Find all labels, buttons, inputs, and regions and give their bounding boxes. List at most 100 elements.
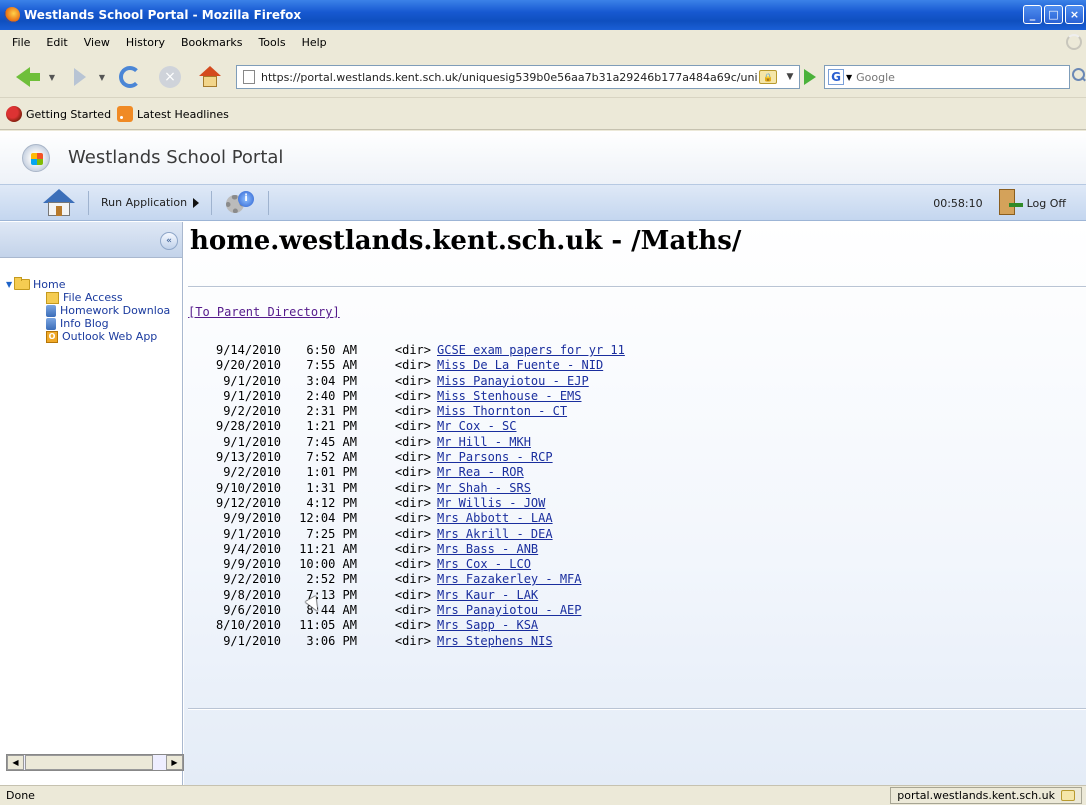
folder-link[interactable]: GCSE exam papers for yr 11 <box>437 343 625 358</box>
folder-link[interactable]: Mrs Abbott - LAA <box>437 511 553 526</box>
folder-link[interactable]: Miss De La Fuente - NID <box>437 358 603 373</box>
log-off-button[interactable]: Log Off <box>1027 197 1066 210</box>
tree-item-file-access[interactable]: File Access <box>6 291 170 304</box>
folder-link[interactable]: Miss Stenhouse - EMS <box>437 389 582 404</box>
listing-date: 9/20/2010 <box>215 358 281 373</box>
go-button[interactable] <box>804 69 816 85</box>
folders-icon <box>46 291 59 304</box>
portal-home-icon[interactable] <box>42 188 76 218</box>
page-viewport: Westlands School Portal Run Application … <box>0 131 1086 785</box>
folder-link[interactable]: Mr Shah - SRS <box>437 481 531 496</box>
menu-edit[interactable]: Edit <box>38 34 75 51</box>
listing-type: <dir> <box>394 526 431 541</box>
listing-time: 3:04 PM <box>306 373 357 388</box>
session-timer: 00:58:10 <box>933 196 983 210</box>
search-icon[interactable] <box>1072 68 1086 84</box>
directory-listing: 9/14/2010 6:50 AM <dir> GCSE exam papers fo… <box>196 343 625 649</box>
tree-item-homework-download[interactable]: Homework Downloa <box>6 304 170 317</box>
ssl-lock-icon[interactable] <box>1061 790 1075 801</box>
menu-history[interactable]: History <box>118 34 173 51</box>
listing-date: 9/1/2010 <box>223 434 281 449</box>
folder-link[interactable]: Mrs Fazakerley - MFA <box>437 572 582 587</box>
tree-item-info-blog[interactable]: Info Blog <box>6 317 170 330</box>
status-site-panel[interactable]: portal.westlands.kent.sch.uk <box>890 787 1082 804</box>
expand-arrow-icon[interactable]: ▼ <box>6 280 14 289</box>
windows-logo-icon <box>22 143 50 172</box>
listing-type: <dir> <box>394 618 431 633</box>
listing-date: 9/28/2010 <box>215 419 281 434</box>
folder-link[interactable]: Mrs Cox - LCO <box>437 557 531 572</box>
menu-file[interactable]: File <box>4 34 38 51</box>
listing-row: 9/4/2010 11:21 AM <dir> Mrs Bass - ANB <box>196 542 625 557</box>
listing-date: 9/8/2010 <box>223 587 281 602</box>
listing-date: 9/2/2010 <box>223 404 281 419</box>
listing-date: 9/2/2010 <box>223 465 281 480</box>
bookmarks-toolbar: Getting Started Latest Headlines <box>0 99 1086 130</box>
log-off-door-icon[interactable] <box>997 189 1023 217</box>
back-button[interactable] <box>6 61 40 93</box>
folder-link[interactable]: Mr Cox - SC <box>437 419 516 434</box>
bookmark-getting-started[interactable]: Getting Started <box>6 106 111 122</box>
listing-time: 7:55 AM <box>306 358 357 373</box>
folder-link[interactable]: Miss Panayiotou - EJP <box>437 374 589 389</box>
listing-row: 9/20/2010 7:55 AM <dir> Miss De La Fuente -… <box>196 358 625 373</box>
listing-type: <dir> <box>394 373 431 388</box>
google-engine-icon[interactable]: G <box>828 69 844 85</box>
engine-dropdown-icon[interactable]: ▼ <box>846 73 852 82</box>
listing-date: 9/4/2010 <box>223 541 281 556</box>
maximize-button[interactable]: □ <box>1044 5 1063 24</box>
folder-link[interactable]: Mrs Stephens NIS <box>437 634 553 649</box>
folder-link[interactable]: Mr Parsons - RCP <box>437 450 553 465</box>
folder-link[interactable]: Mr Hill - MKH <box>437 435 531 450</box>
chevron-right-icon <box>193 197 200 208</box>
url-history-dropdown[interactable]: ▼ <box>781 72 799 82</box>
listing-type: <dir> <box>394 603 431 618</box>
close-button[interactable]: × <box>1065 5 1084 24</box>
sidebar-horizontal-scrollbar[interactable]: ◀ ▶ <box>6 754 184 771</box>
reload-button[interactable] <box>116 65 144 89</box>
home-button[interactable] <box>196 65 224 89</box>
menu-tools[interactable]: Tools <box>250 34 293 51</box>
tree-item-home[interactable]: ▼ Home <box>6 277 170 291</box>
forward-history-dropdown[interactable]: ▼ <box>96 67 108 87</box>
stop-button[interactable]: × <box>156 65 184 89</box>
bookmark-label: Getting Started <box>26 107 112 121</box>
listing-date: 9/9/2010 <box>223 557 281 572</box>
ssl-lock-icon[interactable]: 🔒 <box>759 70 777 84</box>
settings-info-icon[interactable]: i <box>224 189 256 217</box>
listing-type: <dir> <box>394 465 431 480</box>
forward-button[interactable] <box>66 67 94 87</box>
folder-link[interactable]: Mr Rea - ROR <box>437 465 524 480</box>
scroll-right-button[interactable]: ▶ <box>166 755 183 770</box>
folder-link[interactable]: Mrs Sapp - KSA <box>437 618 538 633</box>
menu-help[interactable]: Help <box>294 34 335 51</box>
listing-type: <dir> <box>394 572 431 587</box>
parent-directory-link[interactable]: [To Parent Directory] <box>188 305 340 319</box>
folder-link[interactable]: Mrs Akrill - DEA <box>437 527 553 542</box>
menu-bookmarks[interactable]: Bookmarks <box>173 34 250 51</box>
page-icon <box>243 70 255 84</box>
folder-link[interactable]: Mrs Bass - ANB <box>437 542 538 557</box>
listing-type: <dir> <box>394 434 431 449</box>
minimize-button[interactable]: _ <box>1023 5 1042 24</box>
scroll-left-button[interactable]: ◀ <box>7 755 24 770</box>
folder-link[interactable]: Miss Thornton - CT <box>437 404 567 419</box>
bookmark-latest-headlines[interactable]: Latest Headlines <box>117 106 229 122</box>
listing-time: 2:40 PM <box>306 388 357 403</box>
folder-link[interactable]: Mr Willis - JOW <box>437 496 545 511</box>
scroll-thumb[interactable] <box>25 755 153 770</box>
url-input[interactable] <box>259 69 759 85</box>
back-history-dropdown[interactable]: ▼ <box>46 67 58 87</box>
search-input[interactable] <box>854 69 1069 85</box>
run-application-button[interactable]: Run Application <box>101 196 200 209</box>
folder-link[interactable]: Mrs Kaur - LAK <box>437 588 538 603</box>
tree-item-outlook-web-app[interactable]: O Outlook Web App <box>6 330 170 343</box>
folder-link[interactable]: Mrs Panayiotou - AEP <box>437 603 582 618</box>
listing-time: 6:50 AM <box>306 343 357 357</box>
menu-view[interactable]: View <box>76 34 118 51</box>
firefox-icon <box>6 106 22 122</box>
listing-time: 11:05 AM <box>299 618 357 633</box>
firefox-icon <box>4 7 20 23</box>
collapse-sidebar-icon[interactable]: « <box>160 232 178 250</box>
reload-icon <box>119 66 141 88</box>
